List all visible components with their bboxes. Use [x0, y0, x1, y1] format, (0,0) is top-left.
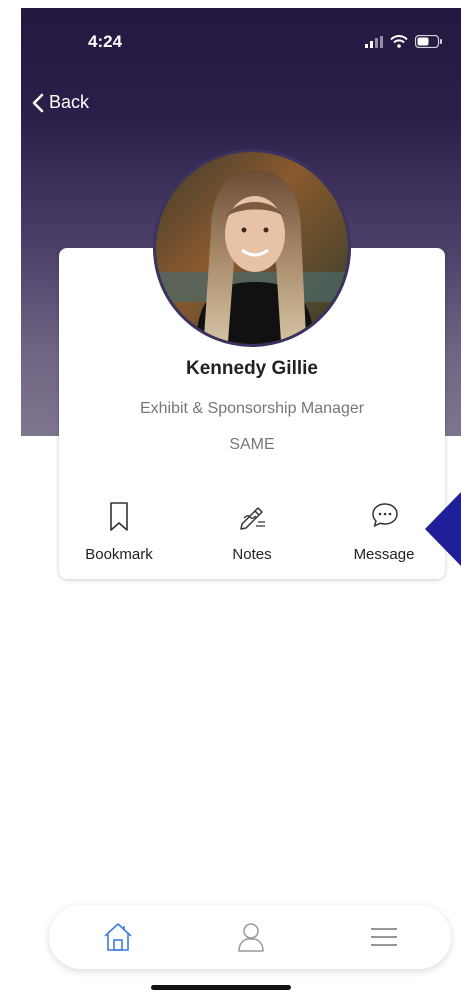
bookmark-icon: [110, 502, 128, 531]
bottom-tab-bar: [49, 905, 451, 969]
status-bar: 4:24: [21, 8, 461, 68]
message-button[interactable]: Message: [329, 496, 439, 566]
tab-home[interactable]: [100, 919, 136, 955]
profile-organization: SAME: [229, 436, 275, 453]
avatar-photo: [156, 152, 348, 344]
back-button[interactable]: Back: [31, 92, 89, 113]
screen: 4:24 Back Kennedy Gillie Exhibit & Spons…: [21, 8, 461, 1007]
signal-icon: [365, 35, 383, 48]
tab-menu[interactable]: [366, 919, 402, 955]
profile-actions: Bookmark Notes Message: [59, 496, 445, 566]
back-label: Back: [49, 92, 90, 112]
message-label: Message: [353, 546, 415, 563]
notes-icon: [240, 507, 265, 530]
profile-title: Exhibit & Sponsorship Manager: [139, 400, 365, 417]
tab-profile[interactable]: [233, 919, 269, 955]
menu-icon: [371, 928, 397, 946]
profile-name: Kennedy Gillie: [186, 358, 318, 379]
home-icon: [104, 923, 132, 951]
battery-icon: [415, 35, 442, 48]
bookmark-label: Bookmark: [85, 546, 153, 563]
bookmark-button[interactable]: Bookmark: [64, 496, 174, 566]
home-indicator: [151, 985, 291, 990]
message-icon: [372, 503, 398, 527]
status-icons: [365, 35, 443, 48]
profile-icon: [238, 923, 264, 952]
notes-label: Notes: [232, 546, 272, 563]
chevron-left-icon: [32, 93, 44, 112]
wifi-icon: [390, 35, 408, 48]
notes-button[interactable]: Notes: [197, 496, 307, 566]
pointer-arrow-annotation: [425, 492, 461, 566]
status-time: 4:24: [88, 32, 123, 51]
profile-avatar: [153, 149, 351, 347]
